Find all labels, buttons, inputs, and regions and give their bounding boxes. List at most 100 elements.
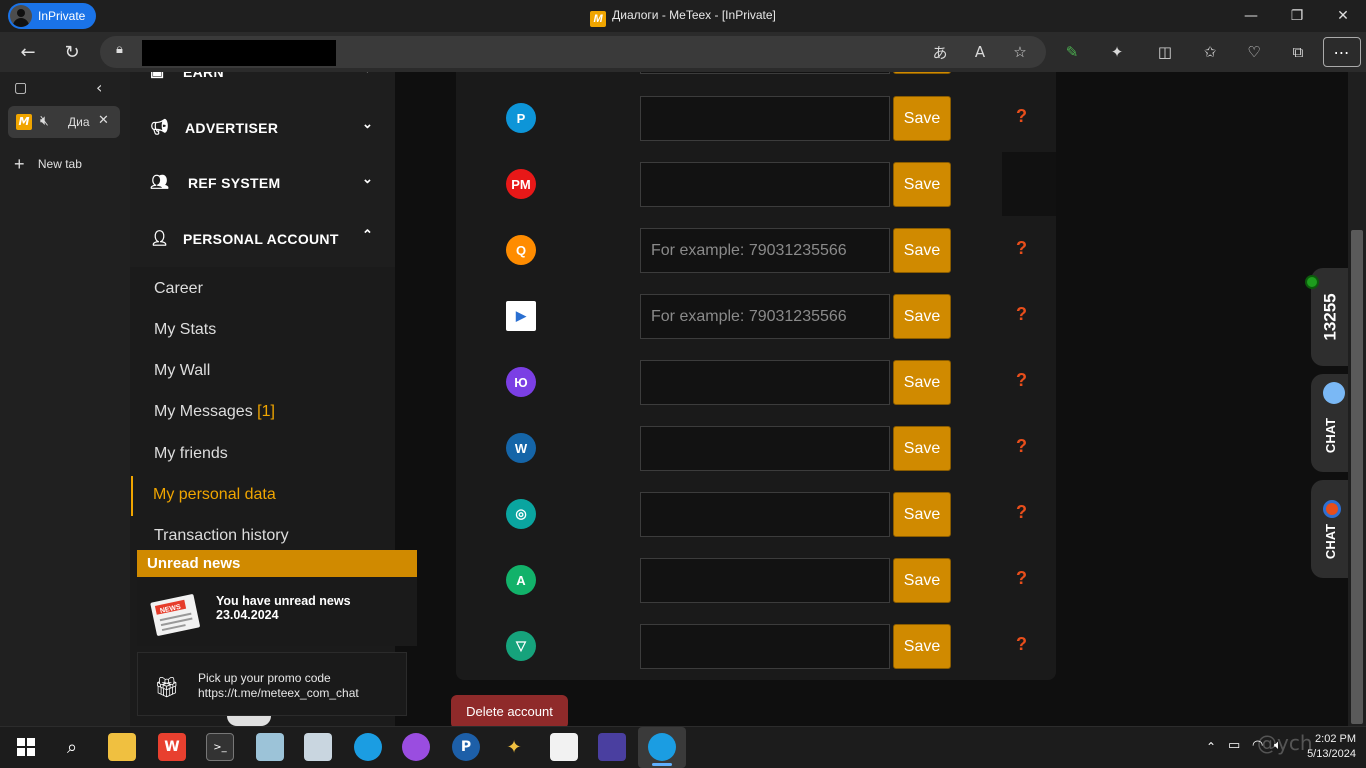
save-button[interactable]: Save — [893, 558, 951, 603]
scrollbar-thumb[interactable] — [1351, 230, 1363, 724]
pdf-app-icon[interactable] — [550, 733, 578, 761]
close-tab-icon[interactable]: ✕ — [98, 113, 109, 128]
translate-icon[interactable]: あ — [926, 38, 954, 66]
save-button[interactable]: Save — [893, 492, 951, 537]
promo-popup[interactable]: 🎁︎ Pick up your promo code https://t.me/… — [137, 652, 407, 716]
wps-office-icon[interactable]: W — [158, 733, 186, 761]
collapse-tabs-icon[interactable]: ‹ — [96, 78, 102, 97]
save-button[interactable]: Save — [893, 228, 951, 273]
menu-advertiser[interactable]: 📢︎ ADVERTISER ⌄ — [130, 100, 395, 156]
save-button[interactable]: Save — [893, 96, 951, 141]
edge-inprivate-icon[interactable] — [648, 733, 676, 761]
help-icon[interactable]: ? — [1016, 370, 1027, 391]
menu-ref-system-label: REF SYSTEM — [188, 175, 281, 191]
wallet-input[interactable] — [640, 426, 890, 471]
system-clock[interactable]: 2:02 PM 5/13/2024 — [1288, 732, 1356, 762]
tray-chevron-icon[interactable]: ⌃ — [1206, 740, 1216, 754]
earn-icon: ▣ — [150, 72, 164, 80]
close-window-button[interactable]: ✕ — [1320, 0, 1366, 32]
menu-earn-label: EARN — [183, 72, 224, 80]
submenu-transaction-history[interactable]: Transaction history — [154, 527, 289, 545]
lock-icon[interactable]: 🔒︎ — [116, 42, 134, 62]
submenu-my-messages[interactable]: My Messages [1] — [154, 403, 275, 421]
help-icon[interactable]: ? — [1016, 304, 1027, 325]
start-icon[interactable] — [12, 733, 40, 761]
promo-link[interactable]: https://t.me/meteex_com_chat — [198, 686, 359, 701]
wallet-input[interactable] — [640, 228, 890, 273]
help-icon[interactable]: ? — [1016, 106, 1027, 127]
favorites-icon[interactable]: ✩ — [1196, 38, 1224, 66]
wallet-input[interactable] — [640, 624, 890, 669]
battery-icon[interactable]: ▭ — [1228, 738, 1240, 753]
submenu-my-friends[interactable]: My friends — [154, 445, 228, 463]
bee-app-icon[interactable]: ✦ — [500, 733, 528, 761]
read-aloud-icon[interactable]: A — [966, 38, 994, 66]
collections-icon[interactable]: ⧉ — [1284, 38, 1312, 66]
submenu-my-stats[interactable]: My Stats — [154, 321, 216, 339]
save-button[interactable]: Save — [893, 360, 951, 405]
extension-icon[interactable]: ✎ — [1058, 38, 1086, 66]
online-counter: 13255 — [1321, 293, 1340, 341]
wallet-input[interactable] — [640, 492, 890, 537]
unread-news-popup[interactable]: Unread news NEWS You have unread news 23… — [137, 550, 417, 646]
help-icon[interactable]: ? — [1016, 568, 1027, 589]
active-item-indicator — [131, 476, 133, 516]
app-window-icon[interactable] — [304, 733, 332, 761]
wallet-input[interactable] — [640, 558, 890, 603]
globe-icon — [1323, 382, 1345, 404]
more-menu-icon[interactable]: ⋯ — [1323, 37, 1361, 67]
wallet-input[interactable] — [640, 360, 890, 405]
save-button-partial[interactable] — [893, 72, 951, 74]
delete-account-button[interactable]: Delete account — [451, 695, 568, 726]
split-screen-icon[interactable]: ◫ — [1151, 38, 1179, 66]
back-icon[interactable]: ← — [12, 36, 44, 68]
notepad-icon[interactable] — [256, 733, 284, 761]
help-icon[interactable]: ? — [1016, 436, 1027, 457]
edge-icon[interactable] — [354, 733, 382, 761]
tab-active[interactable]: M 🔇︎ Диа ✕ — [8, 106, 120, 138]
wallet-input-partial[interactable] — [640, 72, 890, 74]
chat-widget-1[interactable]: CHAT — [1311, 374, 1348, 472]
help-icon[interactable]: ? — [1016, 634, 1027, 655]
wallet-row: PM Save — [456, 151, 1056, 217]
menu-ref-system[interactable]: 👥︎ REF SYSTEM ⌄ — [130, 155, 395, 211]
wallet-input[interactable] — [640, 96, 890, 141]
help-icon[interactable]: ? — [1016, 502, 1027, 523]
terminal-icon[interactable]: >_ — [206, 733, 234, 761]
tab-actions-icon[interactable]: ▢ — [14, 80, 27, 96]
browser-essentials-icon[interactable]: ♡ — [1240, 38, 1268, 66]
save-button[interactable]: Save — [893, 162, 951, 207]
submenu-career[interactable]: Career — [154, 280, 203, 298]
wallet-logo-icon: PM — [506, 169, 536, 199]
submenu-my-wall[interactable]: My Wall — [154, 362, 210, 380]
refresh-icon[interactable]: ↻ — [56, 36, 88, 68]
wallet-input[interactable] — [640, 294, 890, 339]
minimize-button[interactable]: — — [1228, 0, 1274, 32]
file-explorer-icon[interactable] — [108, 733, 136, 761]
save-button[interactable]: Save — [893, 624, 951, 669]
search-icon[interactable]: ⌕ — [58, 733, 86, 761]
menu-earn[interactable]: ▣ EARN ⌄ — [130, 72, 395, 100]
chat-widget-2[interactable]: CHAT — [1311, 480, 1348, 578]
photos-app-icon[interactable] — [598, 733, 626, 761]
wallet-input[interactable] — [640, 162, 890, 207]
wallet-logo-icon: ◎ — [506, 499, 536, 529]
news-date: 23.04.2024 — [216, 608, 279, 622]
save-button[interactable]: Save — [893, 294, 951, 339]
page-scrollbar[interactable] — [1348, 72, 1366, 726]
colorful-app-icon[interactable] — [402, 733, 430, 761]
help-icon[interactable]: ? — [1016, 238, 1027, 259]
extensions-puzzle-icon[interactable]: ✦ — [1103, 38, 1131, 66]
chevron-down-icon: ⌄ — [362, 171, 374, 186]
plus-icon: + — [14, 154, 25, 174]
menu-personal-account[interactable]: 👤︎ PERSONAL ACCOUNT ⌃ — [130, 211, 395, 267]
save-button[interactable]: Save — [893, 426, 951, 471]
submenu-my-personal-data[interactable]: My personal data — [153, 486, 276, 504]
p-app-icon[interactable]: P — [452, 733, 480, 761]
muted-icon[interactable]: 🔇︎ — [40, 113, 49, 129]
maximize-button[interactable]: ❐ — [1274, 0, 1320, 32]
news-line1: You have unread news — [216, 594, 351, 608]
favorite-star-icon[interactable]: ☆ — [1006, 38, 1034, 66]
url-redacted[interactable] — [142, 40, 336, 66]
new-tab-button[interactable]: + New tab — [14, 154, 82, 175]
